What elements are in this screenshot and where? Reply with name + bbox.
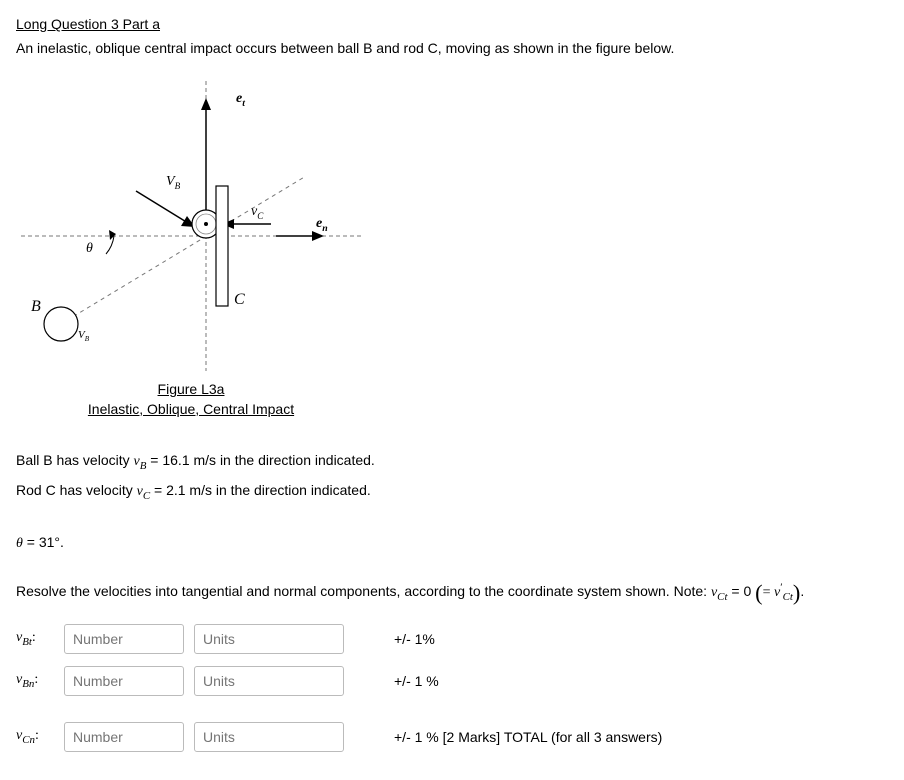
label-b: B <box>31 298 41 316</box>
theta-value: θ = 31°. <box>16 534 888 552</box>
input-vbn-number[interactable] <box>64 666 184 696</box>
input-vcn-units[interactable] <box>194 722 344 752</box>
input-vbt-units[interactable] <box>194 624 344 654</box>
label-vbt: vBt: <box>16 630 54 648</box>
tolerance-vbn: +/- 1 % <box>394 673 439 689</box>
figure-caption: Figure L3a Inelastic, Oblique, Central I… <box>16 380 366 419</box>
given-vc: Rod C has velocity vC = 2.1 m/s in the d… <box>16 477 888 507</box>
resolve-instruction: Resolve the velocities into tangential a… <box>16 580 888 606</box>
row-vbn: vBn: +/- 1 % <box>16 666 888 696</box>
tolerance-vbt: +/- 1% <box>394 631 435 647</box>
given-values: Ball B has velocity vB = 16.1 m/s in the… <box>16 447 888 506</box>
given-vb: Ball B has velocity vB = 16.1 m/s in the… <box>16 447 888 477</box>
intro-text: An inelastic, oblique central impact occ… <box>16 40 888 56</box>
label-et: et <box>236 91 245 109</box>
row-vcn: vCn: +/- 1 % [2 Marks] TOTAL (for all 3 … <box>16 722 888 752</box>
label-vc: vC <box>251 204 263 221</box>
input-vbt-number[interactable] <box>64 624 184 654</box>
label-theta: θ <box>86 241 93 257</box>
figure-container: et en VB vC θ B VB C Figure L3a Inelasti… <box>16 76 888 419</box>
label-vcn: vCn: <box>16 728 54 746</box>
label-vbn: vBn: <box>16 672 54 690</box>
tolerance-vcn: +/- 1 % [2 Marks] TOTAL (for all 3 answe… <box>394 729 662 745</box>
label-vb-bottom: VB <box>78 329 89 343</box>
figure-diagram: et en VB vC θ B VB C <box>16 76 366 376</box>
input-vcn-number[interactable] <box>64 722 184 752</box>
question-title: Long Question 3 Part a <box>16 16 888 32</box>
label-en: en <box>316 216 328 234</box>
label-vb-top: VB <box>166 174 180 191</box>
input-vbn-units[interactable] <box>194 666 344 696</box>
row-vbt: vBt: +/- 1% <box>16 624 888 654</box>
label-c: C <box>234 291 245 309</box>
